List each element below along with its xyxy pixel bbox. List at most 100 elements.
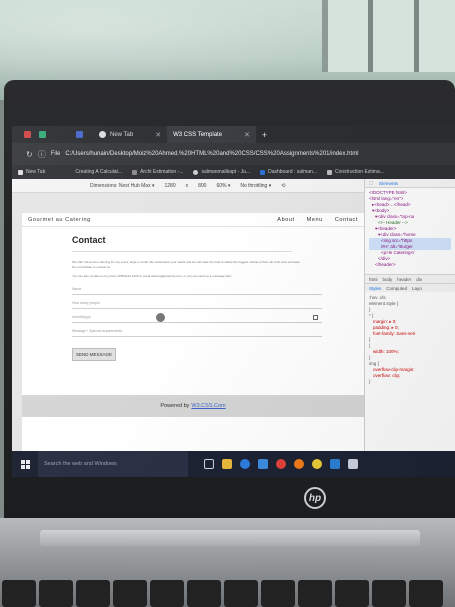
info-icon[interactable]: ⓘ bbox=[38, 149, 46, 160]
task-view-icon[interactable] bbox=[204, 459, 214, 469]
send-message-button[interactable]: SEND MESSAGE bbox=[72, 347, 117, 361]
contact-section: Contact We offer full-service catering f… bbox=[72, 235, 322, 361]
message-field[interactable]: Message \ Special requirements bbox=[72, 326, 322, 337]
bookmark-item[interactable]: Creating A Calculat... bbox=[75, 169, 122, 175]
styles-tabs: Styles Computed Layo bbox=[365, 283, 455, 292]
bookmark-label: salmanmalikapt - Ju... bbox=[201, 169, 251, 175]
firefox-icon[interactable] bbox=[294, 459, 304, 469]
app-icon[interactable] bbox=[76, 131, 83, 138]
site-brand[interactable]: Gourmet au Catering bbox=[28, 217, 91, 223]
tab-w3-css-template[interactable]: W3 CSS Template ✕ bbox=[167, 126, 256, 143]
nav-menu[interactable]: Menu bbox=[307, 217, 323, 223]
file-explorer-icon[interactable] bbox=[222, 459, 232, 469]
bookmark-icon bbox=[260, 169, 266, 175]
bookmark-label: New Tab bbox=[26, 169, 46, 175]
tab-new-tab[interactable]: New Tab ✕ bbox=[93, 126, 167, 143]
breadcrumb-item[interactable]: body bbox=[383, 277, 393, 282]
window-bar bbox=[368, 0, 373, 72]
reload-icon[interactable]: ↻ bbox=[26, 150, 33, 159]
windows-logo bbox=[20, 459, 30, 469]
bookmark-item[interactable]: Dashboard : salman... bbox=[260, 169, 317, 175]
calendar-icon[interactable] bbox=[313, 314, 318, 320]
bookmark-item[interactable]: salmanmalikapt - Ju... bbox=[193, 169, 250, 175]
dom-tree: <!DOCTYPE html> <html lang="en"> ▸<head>… bbox=[365, 188, 455, 270]
hp-logo: hp bbox=[304, 487, 326, 509]
key bbox=[298, 580, 332, 607]
key bbox=[409, 580, 443, 607]
breadcrumb-item[interactable]: div bbox=[416, 277, 422, 282]
width-input[interactable]: 1280 bbox=[164, 183, 175, 189]
bookmark-item[interactable]: Archi Estimation -... bbox=[132, 169, 183, 175]
devtools-panel: ⬚ Elements <!DOCTYPE html> <html lang="e… bbox=[364, 179, 455, 451]
tab-layout[interactable]: Layo bbox=[412, 286, 422, 291]
breadcrumb-item[interactable]: html bbox=[369, 277, 378, 282]
tab-styles[interactable]: Styles bbox=[369, 286, 381, 291]
zoom-select[interactable]: 60% ▾ bbox=[216, 183, 230, 189]
bookmark-label: Creating A Calculat... bbox=[75, 169, 123, 175]
tab-elements[interactable]: Elements bbox=[379, 181, 398, 186]
app-icon[interactable] bbox=[39, 131, 46, 138]
browser-tabbar: New Tab ✕ W3 CSS Template ✕ + bbox=[12, 126, 455, 143]
taskbar-search[interactable]: Search the web and Windows bbox=[38, 451, 188, 477]
app-icon[interactable] bbox=[24, 131, 31, 138]
rotate-icon[interactable]: ⟲ bbox=[281, 183, 285, 189]
tab-computed[interactable]: Computed bbox=[386, 286, 407, 291]
close-icon[interactable]: ✕ bbox=[155, 131, 161, 139]
device-viewport: Gourmet au Catering About Menu Contact C… bbox=[12, 193, 364, 451]
name-field[interactable]: Name bbox=[72, 284, 322, 295]
site-nav: About Menu Contact bbox=[277, 217, 358, 223]
vscode-icon[interactable] bbox=[330, 459, 340, 469]
dom-line[interactable]: </header> bbox=[369, 262, 451, 268]
key bbox=[2, 580, 36, 607]
search-placeholder: Search the web and Windows bbox=[44, 461, 117, 467]
site-header: Gourmet au Catering About Menu Contact bbox=[22, 213, 364, 227]
bookmark-icon bbox=[18, 169, 23, 175]
throttle-select[interactable]: No throttling ▾ bbox=[240, 183, 271, 189]
close-icon[interactable]: ✕ bbox=[244, 131, 250, 139]
key bbox=[187, 580, 221, 607]
bookmarks-bar: New Tab Creating A Calculat... Archi Est… bbox=[12, 165, 455, 179]
bookmark-label: Dashboard : salman... bbox=[268, 169, 317, 175]
url-field[interactable]: C:/Users/hunain/Desktop/Moiz%20Ahmed.%20… bbox=[65, 151, 358, 157]
store-icon[interactable] bbox=[258, 459, 268, 469]
breadcrumb: html body header div bbox=[365, 274, 455, 283]
key bbox=[76, 580, 110, 607]
date-field[interactable]: mm/dd/yyyy bbox=[72, 312, 322, 323]
web-page: Gourmet au Catering About Menu Contact C… bbox=[22, 213, 364, 451]
footer-text: Powered by bbox=[160, 403, 190, 409]
keyboard-row bbox=[0, 580, 455, 607]
bookmark-item[interactable]: Construction Estima... bbox=[327, 169, 384, 175]
edge-icon[interactable] bbox=[240, 459, 250, 469]
app-icon[interactable] bbox=[348, 459, 358, 469]
tab-label: W3 CSS Template bbox=[173, 131, 223, 138]
room-window bbox=[322, 0, 455, 72]
contact-description: We offer full-service catering for any e… bbox=[72, 260, 301, 269]
key bbox=[224, 580, 258, 607]
times-label: x bbox=[185, 182, 189, 189]
contact-title: Contact bbox=[72, 235, 106, 245]
inspect-icon[interactable]: ⬚ bbox=[369, 180, 373, 186]
nav-contact[interactable]: Contact bbox=[335, 217, 358, 223]
people-field[interactable]: How many people bbox=[72, 298, 322, 309]
field-placeholder: Message \ Special requirements bbox=[72, 328, 122, 333]
divider bbox=[72, 251, 292, 252]
chrome-icon[interactable] bbox=[312, 459, 322, 469]
height-input[interactable]: 800 bbox=[198, 183, 206, 189]
footer-link[interactable]: W3.CSS.Com bbox=[191, 403, 225, 409]
key bbox=[335, 580, 369, 607]
bookmark-item[interactable]: New Tab bbox=[18, 169, 45, 175]
nav-about[interactable]: About bbox=[277, 217, 294, 223]
key bbox=[113, 580, 147, 607]
new-tab-icon[interactable]: + bbox=[256, 130, 273, 140]
device-select[interactable]: Dimensions: Nest Hub Max ▾ bbox=[90, 183, 154, 189]
windows-start-icon[interactable] bbox=[12, 451, 38, 477]
window-bar bbox=[414, 0, 419, 72]
opera-icon[interactable] bbox=[276, 459, 286, 469]
bookmark-label: Construction Estima... bbox=[335, 169, 384, 175]
laptop-screen: New Tab ✕ W3 CSS Template ✕ + ↻ ⓘ File C… bbox=[12, 126, 455, 477]
field-placeholder: Name bbox=[72, 286, 82, 291]
style-line[interactable]: } bbox=[369, 379, 451, 385]
device-toolbar: Dimensions: Nest Hub Max ▾ 1280 x 800 60… bbox=[12, 179, 364, 193]
palm-rest bbox=[40, 530, 420, 546]
breadcrumb-item[interactable]: header bbox=[397, 277, 411, 282]
